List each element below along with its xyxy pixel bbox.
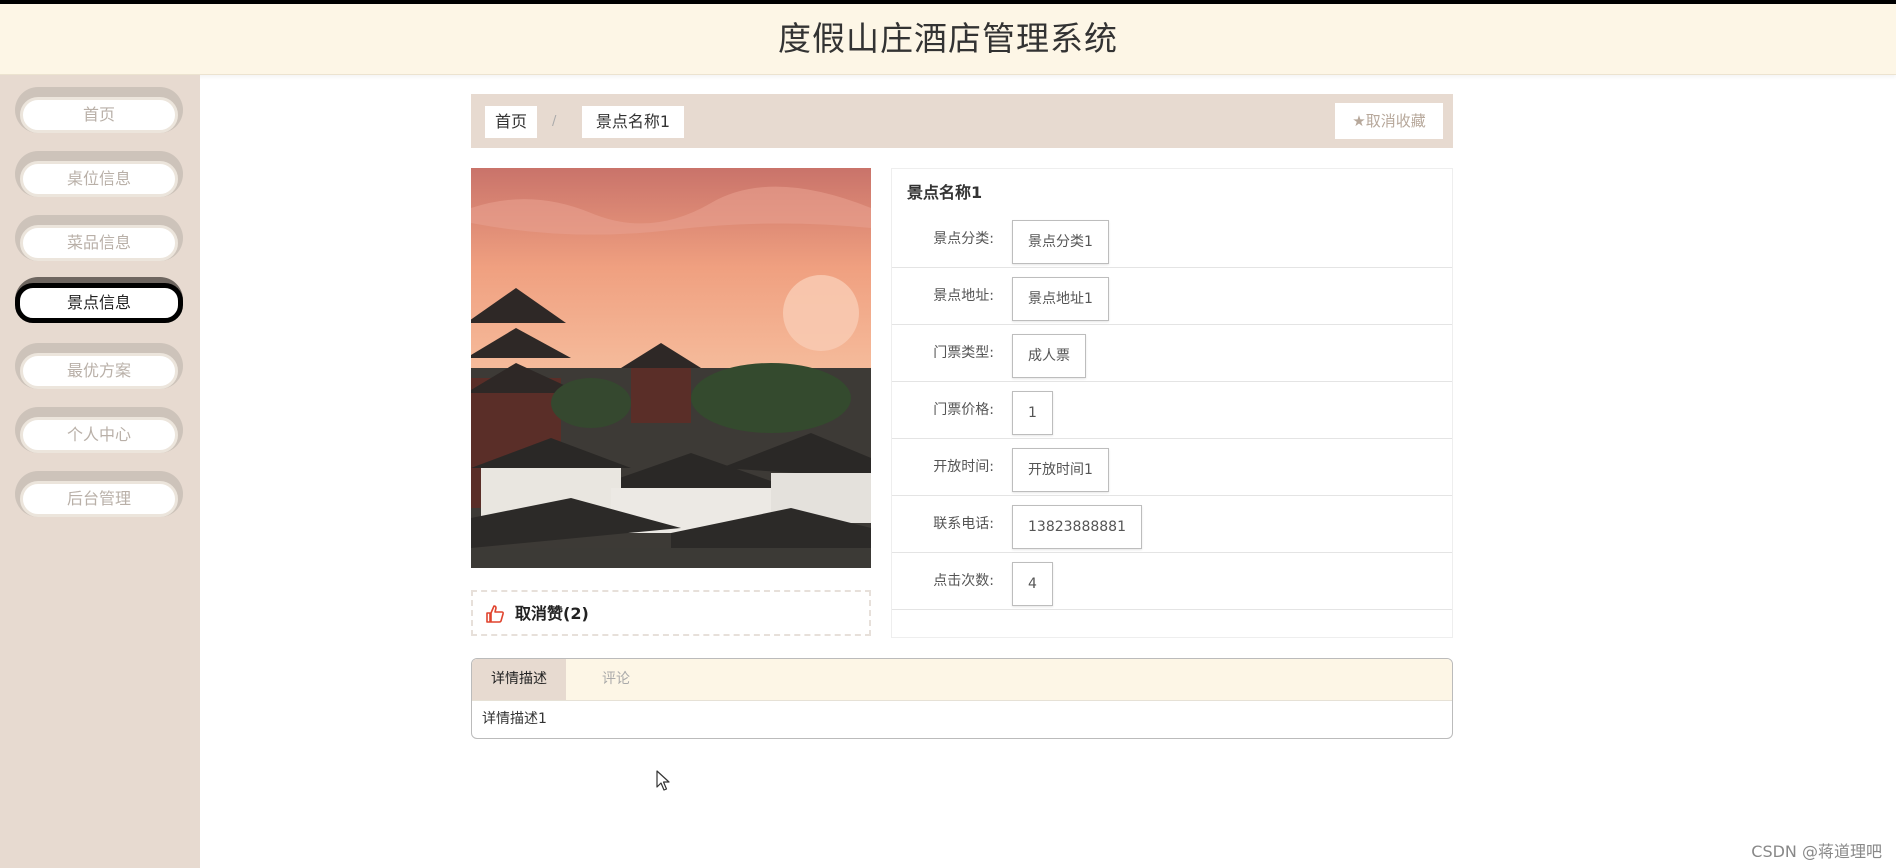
sidebar: 首页 桌位信息 菜品信息 景点信息 最优方案 个人中心 后台管理 [0,75,200,868]
field-label: 开放时间: [933,459,994,475]
sidebar-item-home[interactable]: 首页 [15,87,183,133]
info-row-opening-hours: 开放时间: 开放时间1 [892,439,1452,496]
field-label: 景点地址: [933,288,994,304]
sidebar-item-label[interactable]: 景点信息 [15,283,183,323]
field-value: 4 [1012,562,1053,606]
sidebar-item-dishes[interactable]: 菜品信息 [15,215,183,261]
sidebar-item-tables[interactable]: 桌位信息 [15,151,183,197]
field-value: 景点分类1 [1012,220,1109,264]
field-label: 点击次数: [933,573,994,589]
like-label: 取消赞(2) [515,604,589,623]
sidebar-item-profile[interactable]: 个人中心 [15,407,183,453]
sidebar-item-best-plan[interactable]: 最优方案 [15,343,183,389]
tab-bar: 详情描述 评论 [472,659,1452,701]
unfavorite-button[interactable]: ★取消收藏 [1335,103,1443,139]
detail-tabs: 详情描述 评论 详情描述1 [471,658,1453,739]
field-label: 门票价格: [933,402,994,418]
info-row-category: 景点分类: 景点分类1 [892,211,1452,268]
page-header: 度假山庄酒店管理系统 [0,4,1896,75]
info-row-address: 景点地址: 景点地址1 [892,268,1452,325]
field-label: 联系电话: [933,516,994,532]
breadcrumb: 首页 / 景点名称1 ★取消收藏 [471,94,1453,148]
breadcrumb-separator: / [552,114,557,129]
mouse-cursor-icon [656,770,670,791]
unfavorite-label: 取消收藏 [1365,112,1426,130]
sidebar-item-label[interactable]: 首页 [20,97,178,133]
watermark: CSDN @蒋道理吧 [1751,842,1882,861]
info-row-ticket-price: 门票价格: 1 [892,382,1452,439]
sidebar-item-label[interactable]: 桌位信息 [20,161,178,197]
star-icon: ★ [1352,112,1366,130]
field-value: 1 [1012,391,1053,435]
field-value: 成人票 [1012,334,1086,378]
thumbs-up-icon [486,605,504,623]
tab-description[interactable]: 详情描述 [472,659,566,700]
like-toggle[interactable]: 取消赞(2) [471,590,871,636]
attraction-photo [471,168,871,568]
tab-comments[interactable]: 评论 [566,659,666,700]
info-row-click-count: 点击次数: 4 [892,553,1452,610]
app-title: 度假山庄酒店管理系统 [778,19,1118,58]
info-row-phone: 联系电话: 13823888881 [892,496,1452,553]
breadcrumb-current: 景点名称1 [582,106,684,138]
field-label: 门票类型: [933,345,994,361]
sidebar-item-label[interactable]: 最优方案 [20,353,178,389]
attraction-info-panel: 景点名称1 景点分类: 景点分类1 景点地址: 景点地址1 门票类型: 成人票 … [891,168,1453,638]
info-row-ticket-type: 门票类型: 成人票 [892,325,1452,382]
sidebar-item-attractions[interactable]: 景点信息 [15,277,183,323]
field-value: 13823888881 [1012,505,1142,549]
sidebar-item-label[interactable]: 后台管理 [20,481,178,517]
breadcrumb-home[interactable]: 首页 [485,106,537,138]
sidebar-item-label[interactable]: 菜品信息 [20,225,178,261]
tab-content: 详情描述1 [482,711,547,727]
sidebar-item-admin[interactable]: 后台管理 [15,471,183,517]
field-value: 开放时间1 [1012,448,1109,492]
field-value: 景点地址1 [1012,277,1109,321]
field-label: 景点分类: [933,231,994,247]
attraction-name: 景点名称1 [907,183,983,202]
sidebar-item-label[interactable]: 个人中心 [20,417,178,453]
